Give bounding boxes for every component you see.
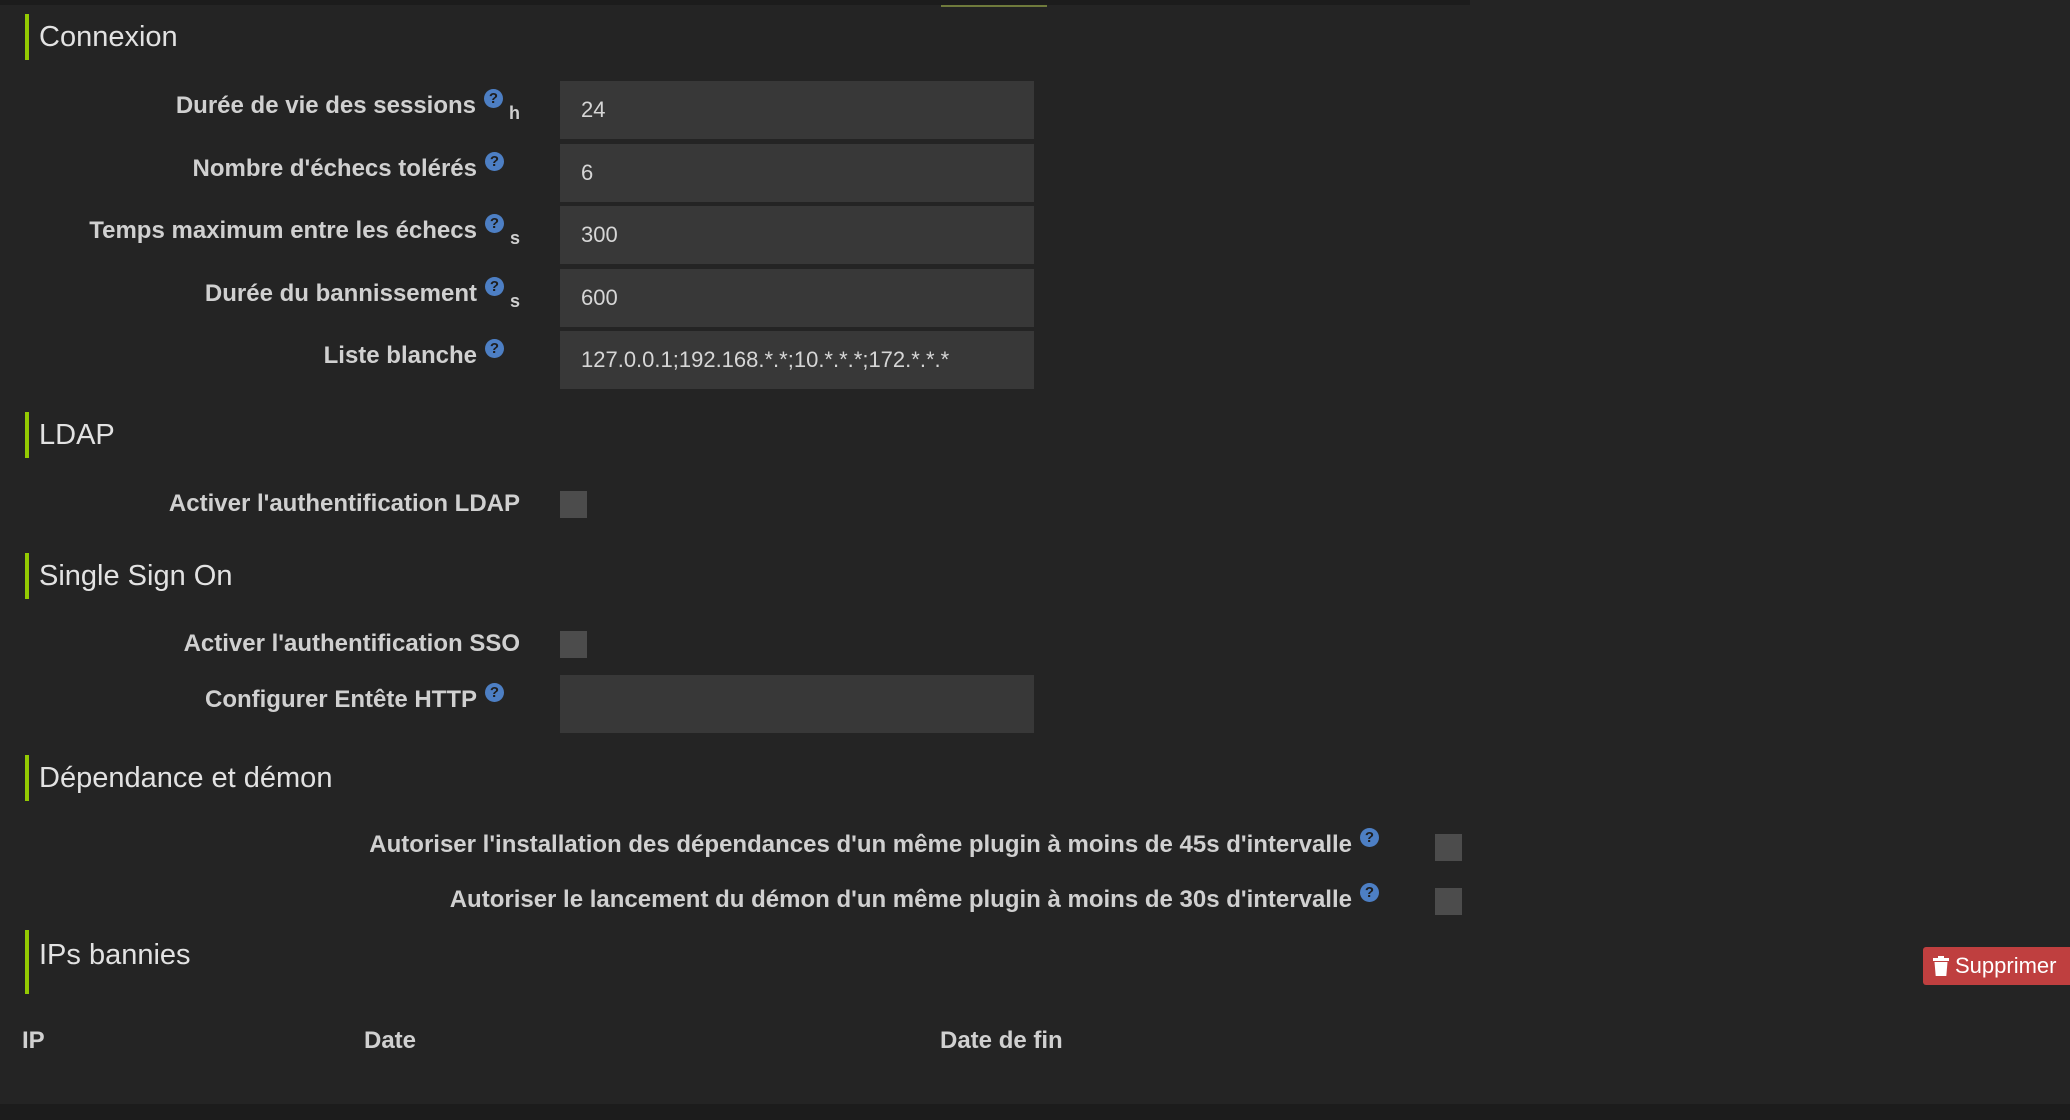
bottom-bar <box>0 1104 2070 1120</box>
top-bar <box>0 0 1470 5</box>
field-label: Durée du bannissement ? s <box>205 277 520 312</box>
field-label: Durée de vie des sessions ? h <box>176 89 520 124</box>
field-label: Nombre d'échecs tolérés? <box>193 152 520 183</box>
unit-label: s <box>509 228 520 248</box>
field-row-daemon-interval: Autoriser le lancement du démon d'un mêm… <box>0 883 1395 941</box>
configuration-page: Connexion Durée de vie des sessions ? h 24… <box>0 0 2070 1120</box>
help-icon[interactable]: ? <box>484 214 504 233</box>
unit-label: h <box>509 103 520 123</box>
help-icon[interactable]: ? <box>485 152 504 171</box>
field-label-text: Temps maximum entre les échecs <box>89 217 477 244</box>
help-icon[interactable]: ? <box>484 89 503 108</box>
field-label: Configurer Entête HTTP? <box>205 683 520 714</box>
column-header-end-date[interactable]: Date de fin <box>940 1027 1063 1055</box>
section-title-banned-ips: IPs bannies <box>25 930 191 994</box>
field-label-text: Autoriser l'installation des dépendances… <box>369 831 1352 858</box>
max-time-between-failures-input[interactable]: 300 <box>560 206 1034 264</box>
field-row-whitelist: Liste blanche? <box>0 331 520 389</box>
field-label: Temps maximum entre les échecs ? s <box>89 214 520 249</box>
field-row-session-duration: Durée de vie des sessions ? h <box>0 81 520 139</box>
delete-banned-ips-button[interactable]: Supprimer <box>1923 947 2070 985</box>
ldap-enable-label: Activer l'authentification LDAP <box>168 490 520 517</box>
unit-label: s <box>509 291 520 311</box>
column-header-date[interactable]: Date <box>364 1027 416 1055</box>
help-icon[interactable]: ? <box>1360 883 1379 902</box>
field-label-text: Configurer Entête HTTP <box>204 686 477 713</box>
field-row-ban-duration: Durée du bannissement ? s <box>0 269 520 327</box>
column-header-ip[interactable]: IP <box>22 1027 45 1055</box>
whitelist-input[interactable]: 127.0.0.1;192.168.*.*;10.*.*.*;172.*.*.* <box>560 331 1034 389</box>
daemon-interval-checkbox[interactable] <box>1435 888 1462 915</box>
field-row-http-header: Configurer Entête HTTP? <box>0 675 520 733</box>
session-duration-input[interactable]: 24 <box>560 81 1034 139</box>
field-row-dependency-interval: Autoriser l'installation des dépendances… <box>0 828 1395 886</box>
field-label-text: Durée du bannissement <box>204 280 477 307</box>
field-label-text: Nombre d'échecs tolérés <box>192 155 477 182</box>
sso-enable-checkbox[interactable] <box>560 631 587 658</box>
field-label-text: Liste blanche <box>323 342 477 369</box>
section-title-connexion: Connexion <box>25 14 178 60</box>
field-row-max-time-between-failures: Temps maximum entre les échecs ? s <box>0 206 520 264</box>
section-title-dependency: Dépendance et démon <box>25 755 332 801</box>
http-header-input[interactable] <box>560 675 1034 733</box>
field-label: Autoriser l'installation des dépendances… <box>369 828 1395 859</box>
help-icon[interactable]: ? <box>485 339 504 358</box>
help-icon[interactable]: ? <box>485 683 504 702</box>
delete-button-label: Supprimer <box>1955 953 2057 978</box>
field-row-ldap-enable: Activer l'authentification LDAP <box>0 490 520 548</box>
ban-duration-input[interactable]: 600 <box>560 269 1034 327</box>
section-title-sso: Single Sign On <box>25 553 232 599</box>
field-row-failures-allowed: Nombre d'échecs tolérés? <box>0 144 520 202</box>
trash-icon <box>1933 950 1949 988</box>
section-title-ldap: LDAP <box>25 412 115 458</box>
failures-allowed-input[interactable]: 6 <box>560 144 1034 202</box>
help-icon[interactable]: ? <box>484 277 504 296</box>
field-label-text: Durée de vie des sessions <box>175 92 476 119</box>
dependency-interval-checkbox[interactable] <box>1435 834 1462 861</box>
sso-enable-label: Activer l'authentification SSO <box>183 630 520 657</box>
field-label: Liste blanche? <box>324 339 520 370</box>
active-tab-indicator <box>941 5 1047 7</box>
help-icon[interactable]: ? <box>1360 828 1379 847</box>
ldap-enable-checkbox[interactable] <box>560 491 587 518</box>
field-label: Autoriser le lancement du démon d'un mêm… <box>450 883 1395 914</box>
field-label-text: Autoriser le lancement du démon d'un mêm… <box>449 886 1352 913</box>
